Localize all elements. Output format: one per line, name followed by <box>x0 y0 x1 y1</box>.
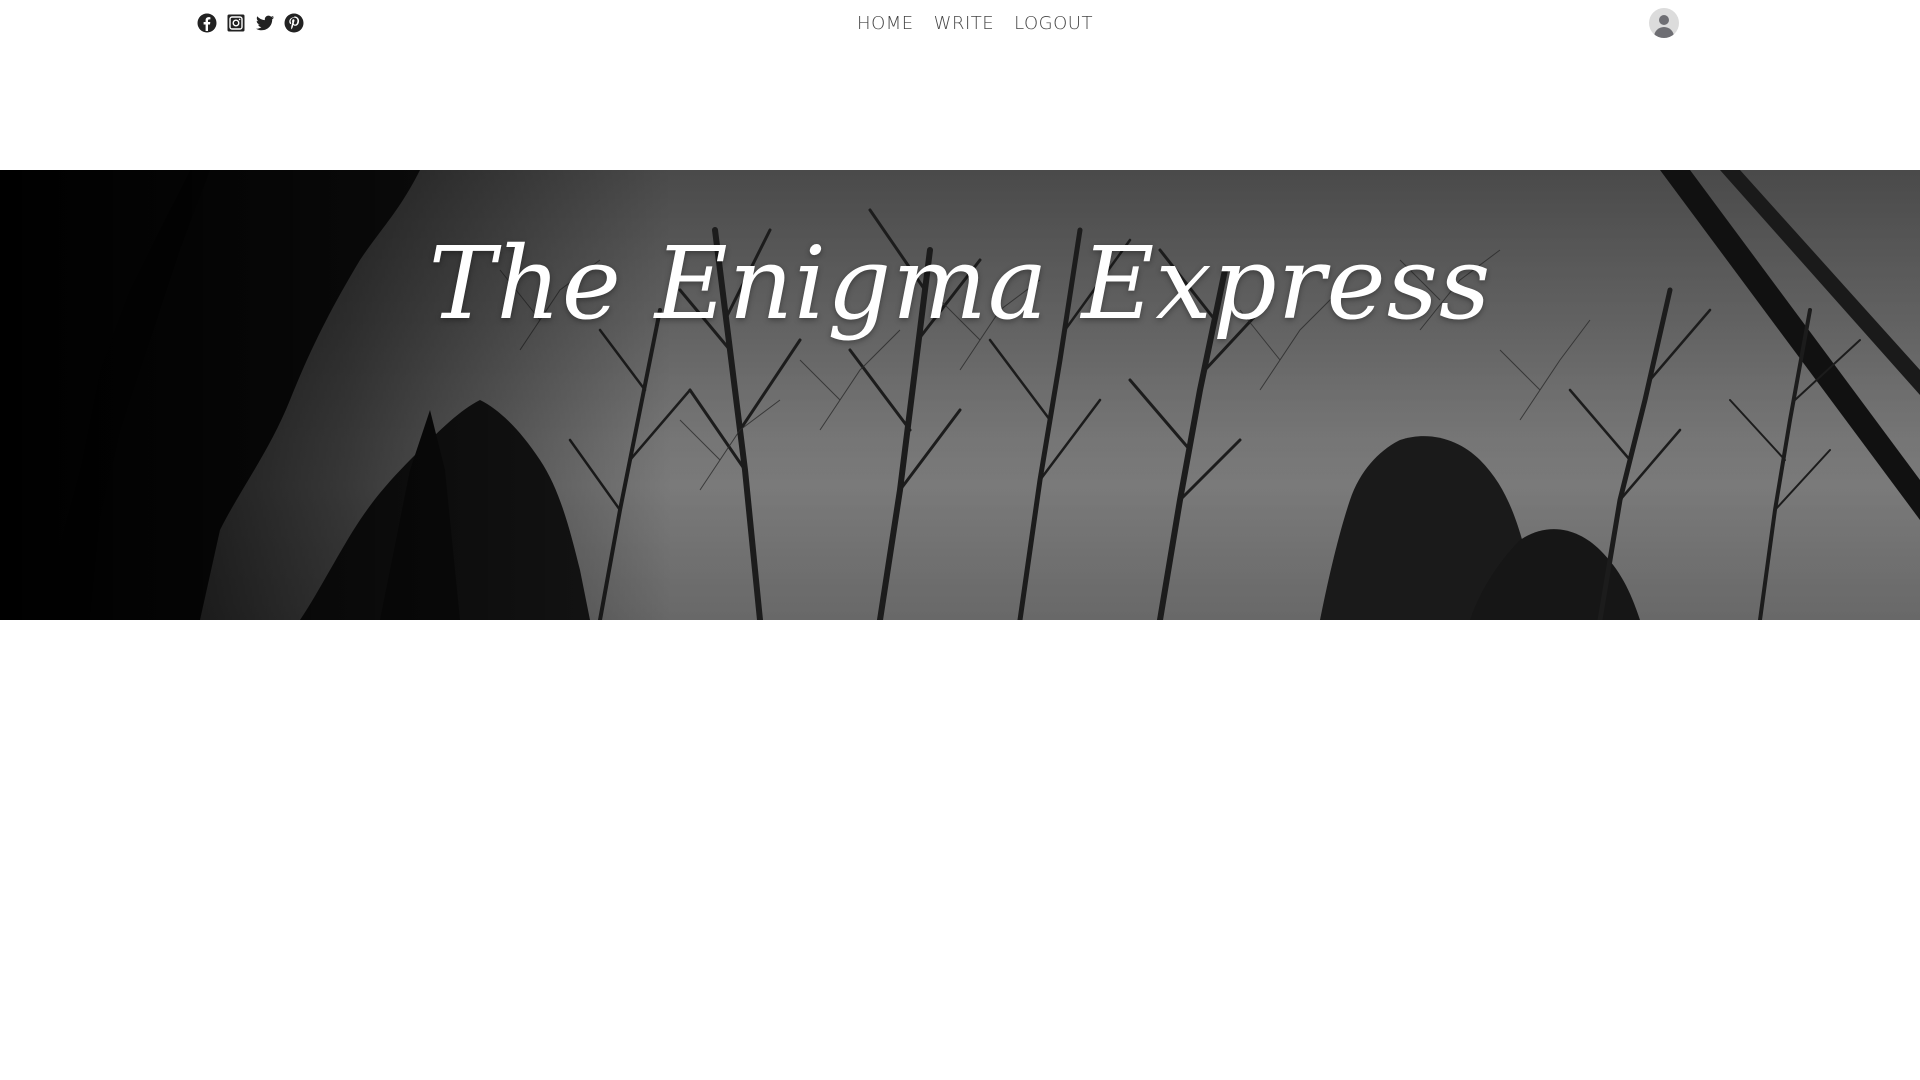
avatar-head <box>1659 15 1669 25</box>
top-bar: HOME WRITE LOGOUT <box>0 0 1920 50</box>
nav-write-link[interactable]: WRITE <box>934 12 994 36</box>
nav-home-link[interactable]: HOME <box>857 12 914 36</box>
avatar-body <box>1654 27 1674 38</box>
main-nav: HOME WRITE LOGOUT <box>0 12 1920 36</box>
nav-logout-link[interactable]: LOGOUT <box>1014 12 1093 36</box>
hero-banner: The Enigma Express <box>0 170 1920 620</box>
site-title: The Enigma Express <box>428 225 1492 342</box>
user-avatar-icon[interactable] <box>1649 8 1679 38</box>
